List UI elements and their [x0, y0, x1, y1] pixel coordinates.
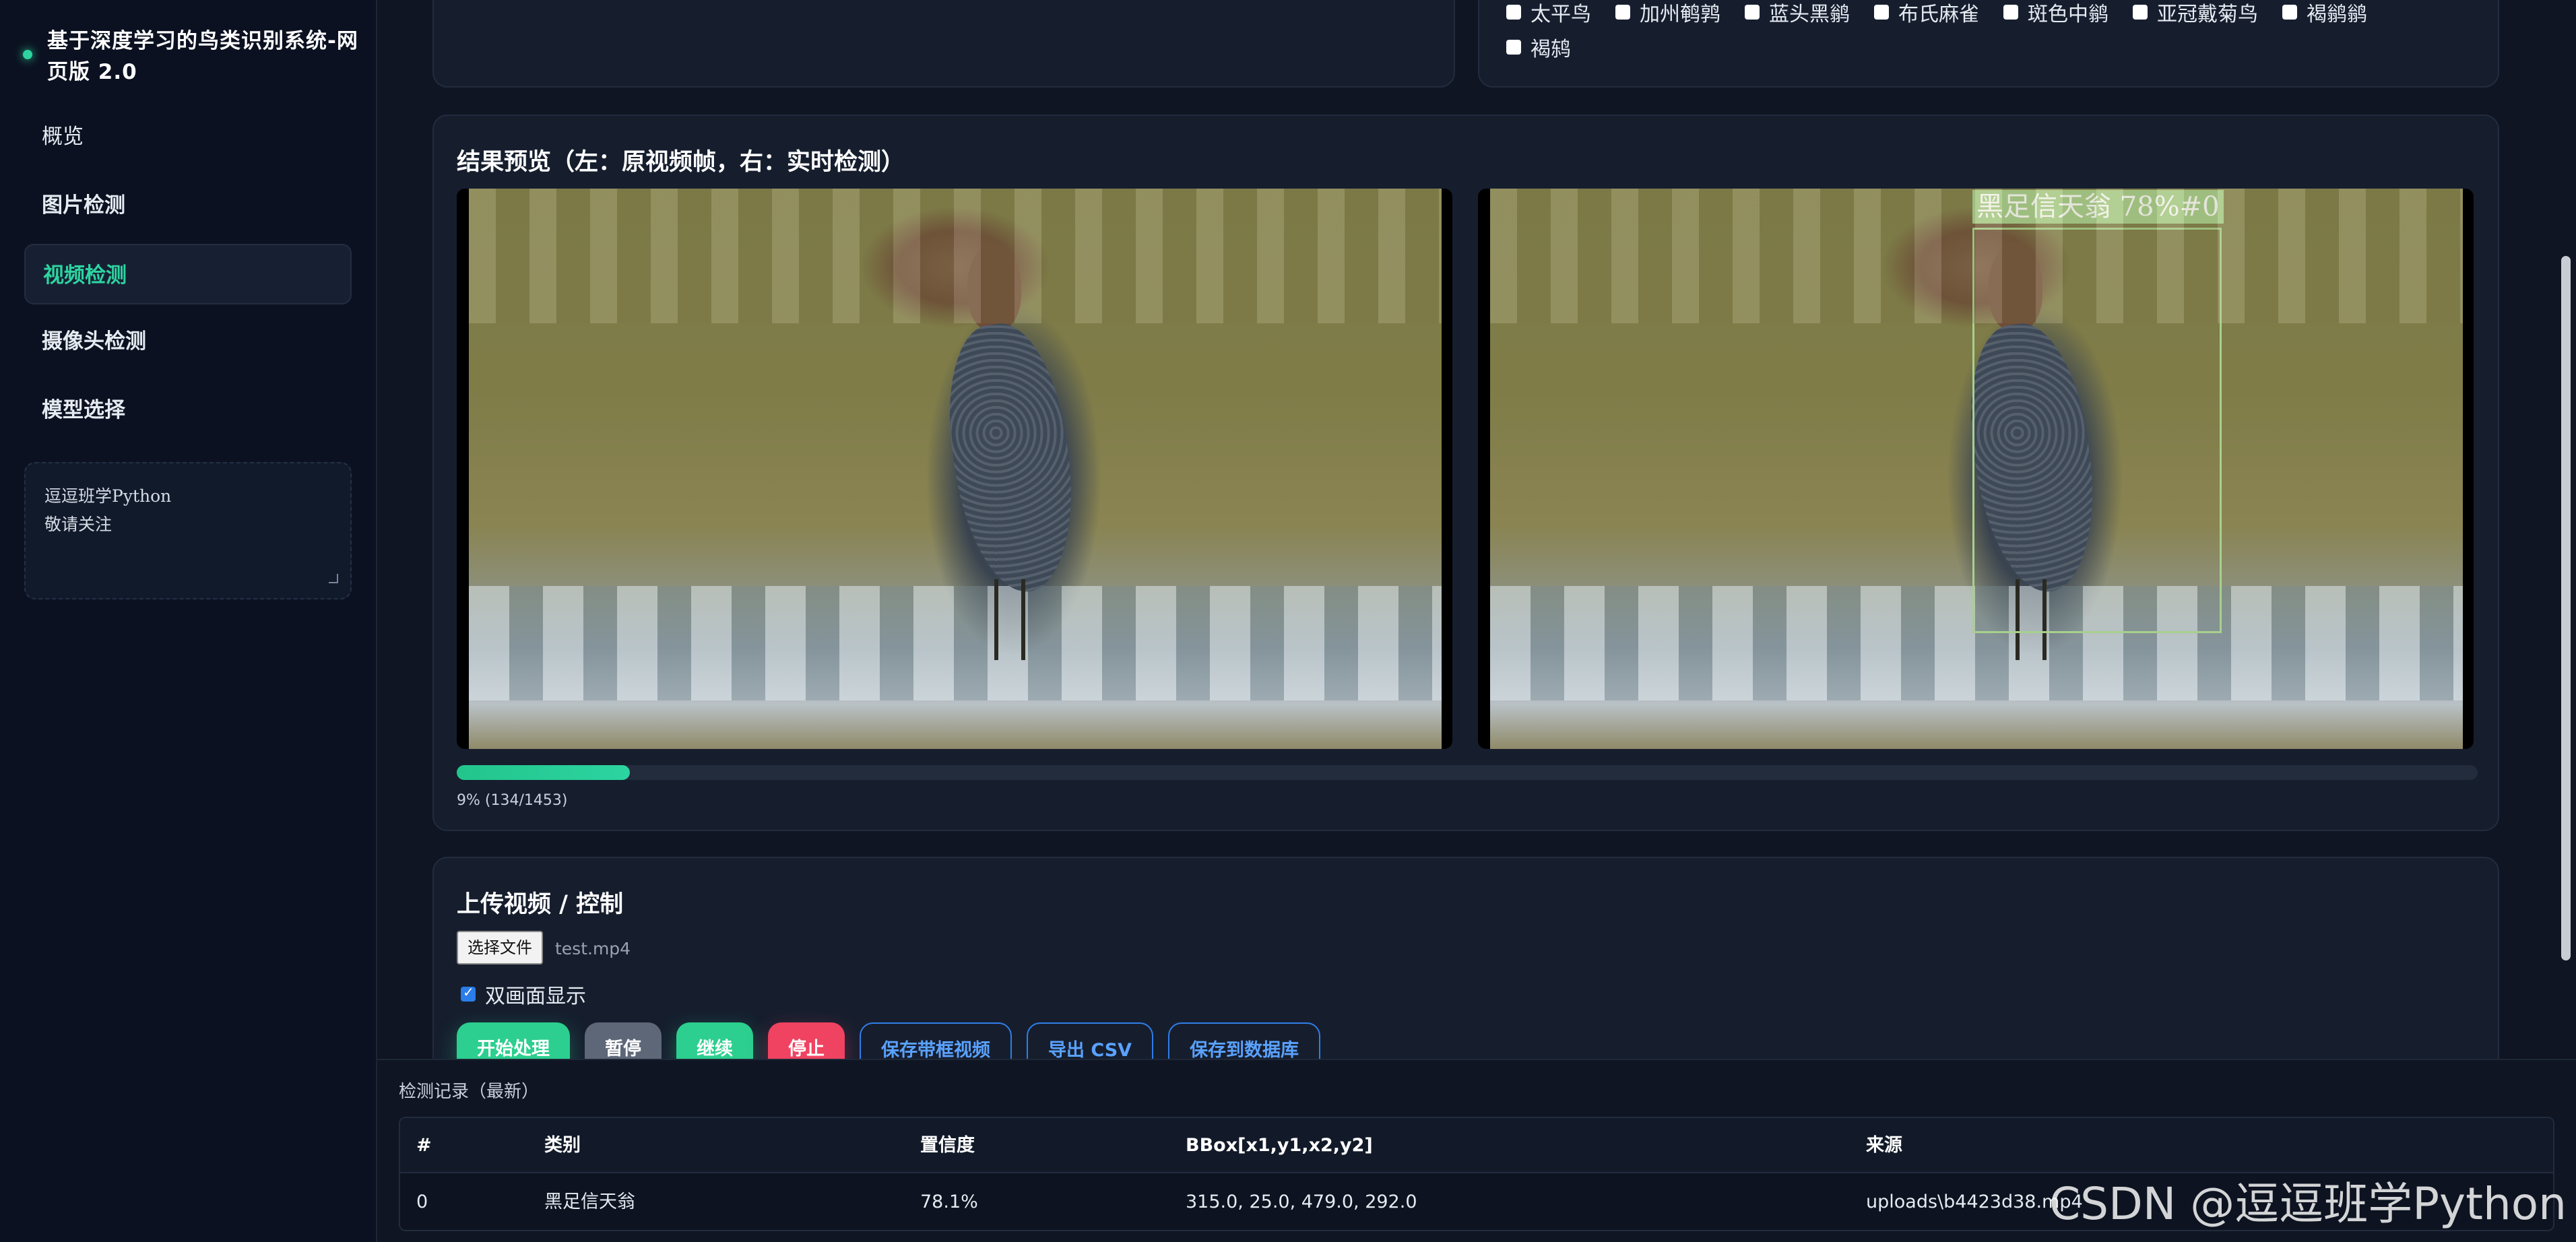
status-dot-icon	[23, 50, 32, 59]
upload-title: 上传视频 / 控制	[457, 891, 624, 918]
class-checkbox[interactable]	[2282, 5, 2297, 20]
original-frame-pane	[457, 189, 1452, 749]
class-checkbox[interactable]	[1615, 5, 1630, 20]
column-header: BBox[x1,y1,x2,y2]	[1186, 1135, 1373, 1156]
cell-class: 黑足信天翁	[544, 1191, 635, 1212]
class-checkbox[interactable]	[2003, 5, 2018, 20]
note-textarea[interactable]: 逗逗班学Python 敬请关注	[24, 462, 352, 599]
class-filter-item[interactable]: 蓝头黑鹟	[1745, 0, 1850, 27]
upper-left-card	[432, 0, 1455, 88]
progress-text: 9% (134/1453)	[457, 792, 568, 809]
class-label: 布氏麻雀	[1898, 3, 1979, 26]
class-filter-item[interactable]: 斑色中鹟	[2003, 0, 2108, 27]
cell-index: 0	[416, 1191, 428, 1212]
class-filter-item[interactable]: 加州鹌鹑	[1615, 0, 1720, 27]
cell-bbox: 315.0, 25.0, 479.0, 292.0	[1186, 1191, 1417, 1212]
class-label: 褐鸫	[1531, 38, 1571, 61]
class-filter-row: 褐鸫	[1506, 32, 1571, 62]
table-header-row: # 类别 置信度 BBox[x1,y1,x2,y2] 来源	[400, 1118, 2553, 1173]
preview-card: 结果预览（左：原视频帧，右：实时检测） 黑足信天翁 78%#0 9% (134/…	[432, 115, 2499, 831]
brand: 基于深度学习的鸟类识别系统-网页版 2.0	[23, 26, 360, 88]
sidebar-item-image-detection[interactable]: 图片检测	[24, 175, 352, 236]
detection-frame-pane: 黑足信天翁 78%#0	[1478, 189, 2474, 749]
class-checkbox[interactable]	[1745, 5, 1760, 20]
class-filter-item[interactable]: 褐鹟鹟	[2282, 0, 2367, 27]
class-filter-item[interactable]: 亚冠戴菊鸟	[2133, 0, 2258, 27]
detection-bbox	[1972, 228, 2222, 633]
watermark: CSDN @逗逗班学Python	[2049, 1178, 2567, 1230]
class-checkbox[interactable]	[1506, 5, 1521, 20]
sidebar-item-overview[interactable]: 概览	[24, 106, 352, 167]
class-label: 褐鹟鹟	[2307, 3, 2367, 26]
cell-confidence: 78.1%	[920, 1191, 978, 1212]
app-title: 基于深度学习的鸟类识别系统-网页版 2.0	[47, 29, 358, 84]
original-video-frame	[469, 189, 1442, 749]
class-filter-item[interactable]: 布氏麻雀	[1874, 0, 1979, 27]
class-filter-item[interactable]: 太平鸟	[1506, 0, 1591, 27]
class-label: 斑色中鹟	[2028, 3, 2108, 26]
sidebar-item-video-detection[interactable]: 视频检测	[24, 244, 352, 304]
class-checkbox[interactable]	[1506, 40, 1521, 55]
resize-grip-icon[interactable]	[329, 574, 338, 583]
class-label: 加州鹌鹑	[1640, 3, 1720, 26]
class-label: 蓝头黑鹟	[1769, 3, 1850, 26]
class-filter-card: 太平鸟 加州鹌鹑 蓝头黑鹟 布氏麻雀 斑色中鹟 亚冠戴菊鸟 褐鹟鹟 褐鸫	[1478, 0, 2499, 88]
class-checkbox[interactable]	[1874, 5, 1889, 20]
class-checkbox[interactable]	[2133, 5, 2148, 20]
class-label: 亚冠戴菊鸟	[2157, 3, 2258, 26]
column-header: 类别	[544, 1135, 581, 1156]
scrollbar[interactable]	[2561, 256, 2571, 960]
selected-file-name: test.mp4	[555, 939, 631, 958]
dual-view-checkbox[interactable]	[461, 984, 476, 1002]
dual-view-label: 双画面显示	[485, 985, 586, 1008]
progress-bar	[457, 765, 2478, 780]
detection-video-frame: 黑足信天翁 78%#0	[1490, 189, 2463, 749]
column-header: 来源	[1866, 1135, 1902, 1156]
bird-image	[935, 229, 1087, 687]
preview-title: 结果预览（左：原视频帧，右：实时检测）	[457, 149, 905, 176]
sidebar-item-model-selection[interactable]: 模型选择	[24, 380, 352, 440]
class-label: 太平鸟	[1531, 3, 1591, 26]
detection-label: 黑足信天翁 78%#0	[1972, 190, 2224, 224]
log-title: 检测记录（最新）	[399, 1082, 540, 1102]
sidebar: 基于深度学习的鸟类识别系统-网页版 2.0 概览 图片检测 视频检测 摄像头检测…	[0, 0, 377, 1242]
choose-file-button[interactable]: 选择文件	[457, 931, 543, 965]
progress-fill	[457, 765, 630, 780]
sidebar-item-camera-detection[interactable]: 摄像头检测	[24, 311, 352, 372]
class-filter-row: 太平鸟 加州鹌鹑 蓝头黑鹟 布氏麻雀 斑色中鹟 亚冠戴菊鸟 褐鹟鹟	[1506, 0, 2367, 27]
column-header: 置信度	[920, 1135, 975, 1156]
dual-view-toggle[interactable]: 双画面显示	[461, 979, 586, 1009]
column-header: #	[416, 1135, 432, 1156]
class-filter-item[interactable]: 褐鸫	[1506, 32, 1571, 62]
